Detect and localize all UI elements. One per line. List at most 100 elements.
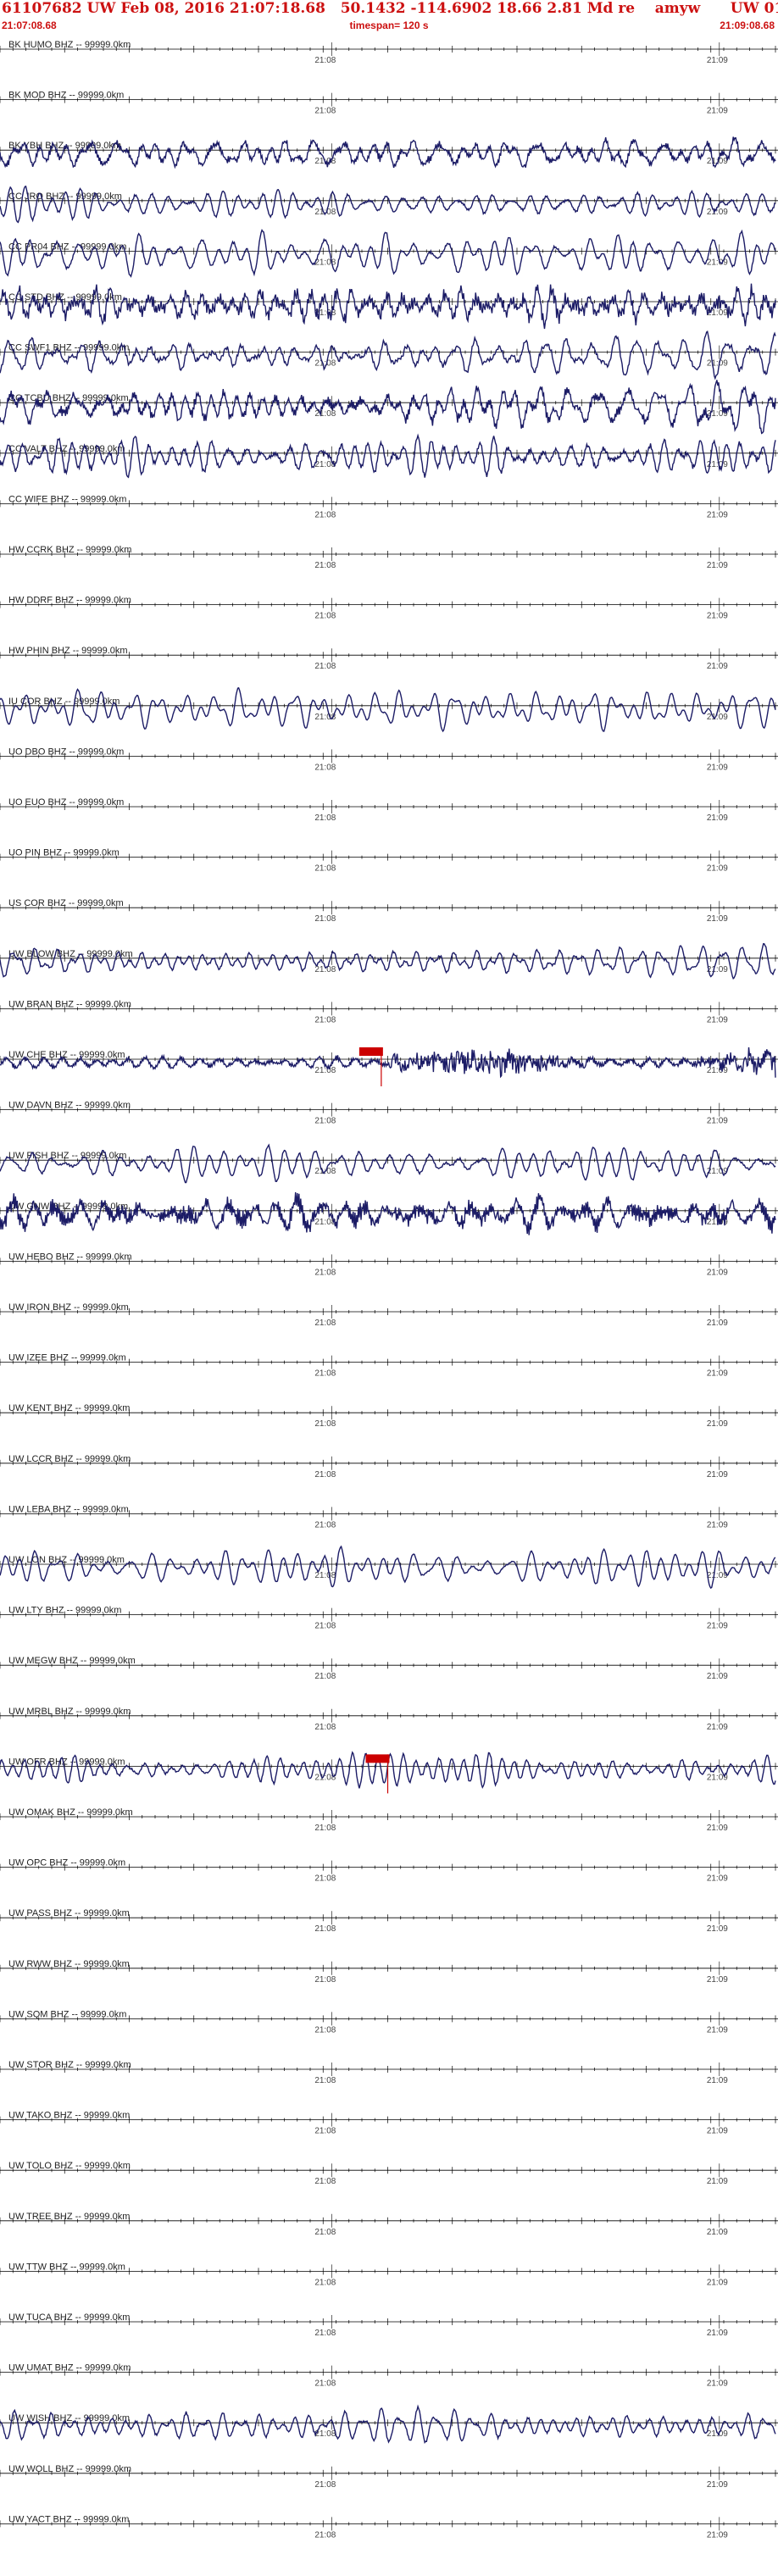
trace-row: 21:08 21:09 UO DBO BHZ -- 99999.0km bbox=[0, 747, 778, 772]
trace-row: 21:08 21:09 UO PIN BHZ -- 99999.0km bbox=[0, 848, 778, 874]
timespan-label: timespan= 120 s bbox=[349, 19, 429, 31]
trace-row: 21:08 21:09 UW UMAT BHZ -- 99999.0km bbox=[0, 2363, 778, 2389]
time-tick-label: 21:09 bbox=[707, 2480, 728, 2490]
time-tick-label: 21:08 bbox=[314, 1824, 336, 1833]
station-label: BK HUMO BHZ -- 99999.0km bbox=[8, 40, 131, 50]
station-label: BK MOD BHZ -- 99999.0km bbox=[8, 91, 124, 101]
station-label: UW STOR BHZ -- 99999.0km bbox=[8, 2060, 131, 2070]
time-tick-label: 21:09 bbox=[707, 2177, 728, 2186]
trace-row: 21:08 21:09 UO EUO BHZ -- 99999.0km bbox=[0, 797, 778, 823]
trace-row: 21:08 21:09 UW LEBA BHZ -- 99999.0km bbox=[0, 1504, 778, 1530]
time-tick-label: 21:09 bbox=[707, 2076, 728, 2085]
time-tick-label: 21:09 bbox=[707, 1622, 728, 1631]
time-tick-label: 21:09 bbox=[707, 1015, 728, 1024]
station-label: UW BLOW BHZ -- 99999.0km bbox=[8, 949, 133, 959]
waveform-line bbox=[0, 686, 776, 733]
time-tick-label: 21:09 bbox=[707, 2127, 728, 2136]
waveform-line bbox=[0, 380, 776, 435]
trace-row: 21:08 21:09 UW LTY BHZ -- 99999.0km bbox=[0, 1606, 778, 1631]
station-label: UW MRBL BHZ -- 99999.0km bbox=[8, 1707, 131, 1717]
trace-row: 21:08 21:09 UW DAVN BHZ -- 99999.0km bbox=[0, 1101, 778, 1126]
time-tick-label: 21:08 bbox=[314, 2530, 336, 2540]
station-label: UW IZEE BHZ -- 99999.0km bbox=[8, 1353, 126, 1363]
station-label: UW LON BHZ -- 99999.0km bbox=[8, 1555, 125, 1565]
helicorder-page: { "header": { "title": "61107682 UW Feb … bbox=[0, 0, 778, 2576]
time-tick-label: 21:09 bbox=[707, 258, 728, 267]
trace-row: 21:08 21:09UW WISH BHZ -- 99999.0km bbox=[0, 2404, 778, 2444]
trace-row: 21:08 21:09CC VALT BHZ -- 99999.0km bbox=[0, 433, 778, 479]
time-tick-label: 21:08 bbox=[314, 2278, 336, 2287]
trace-row: 21:08 21:09 HW CCRK BHZ -- 99999.0km bbox=[0, 545, 778, 570]
time-tick-label: 21:09 bbox=[707, 1470, 728, 1480]
trace-row: 21:08 21:09 UW TTW BHZ -- 99999.0km bbox=[0, 2262, 778, 2287]
trace-row: 21:08 21:09IU COR BHZ -- 99999.0km bbox=[0, 686, 778, 733]
station-label: UW WISH BHZ -- 99999.0km bbox=[8, 2413, 130, 2423]
station-label: UW YACT BHZ -- 99999.0km bbox=[8, 2514, 129, 2524]
time-tick-label: 21:08 bbox=[314, 1723, 336, 1732]
station-label: UW KENT BHZ -- 99999.0km bbox=[8, 1403, 130, 1413]
time-tick-label: 21:09 bbox=[707, 2228, 728, 2237]
time-tick-label: 21:08 bbox=[314, 2379, 336, 2389]
trace-row: 21:08 21:09 UW YACT BHZ -- 99999.0km bbox=[0, 2514, 778, 2540]
trace-row: 21:08 21:09 UW STOR BHZ -- 99999.0km bbox=[0, 2060, 778, 2085]
time-tick-label: 21:09 bbox=[707, 1117, 728, 1126]
time-tick-label: 21:09 bbox=[707, 208, 728, 217]
trace-row: 21:08 21:09 UW MRBL BHZ -- 99999.0km bbox=[0, 1707, 778, 1732]
station-label: CC STD BHZ -- 99999.0km bbox=[8, 292, 122, 303]
time-tick-label: 21:09 bbox=[707, 763, 728, 772]
time-tick-label: 21:08 bbox=[314, 2329, 336, 2338]
trace-row: 21:08 21:09 UW IRON BHZ -- 99999.0km bbox=[0, 1302, 778, 1328]
time-tick-label: 21:08 bbox=[314, 2025, 336, 2035]
time-tick-label: 21:09 bbox=[707, 1874, 728, 1884]
time-tick-label: 21:08 bbox=[314, 2228, 336, 2237]
time-tick-label: 21:09 bbox=[707, 612, 728, 621]
station-label: UW HEBO BHZ -- 99999.0km bbox=[8, 1252, 131, 1262]
trace-row: 21:08 21:09 UW TREE BHZ -- 99999.0km bbox=[0, 2212, 778, 2237]
event-title: 61107682 UW Feb 08, 2016 21:07:18.68 50.… bbox=[2, 0, 778, 17]
time-tick-label: 21:08 bbox=[314, 864, 336, 874]
time-tick-label: 21:08 bbox=[314, 1874, 336, 1884]
time-tick-label: 21:09 bbox=[707, 1066, 728, 1075]
trace-row: 21:08 21:09 UW OPC BHZ -- 99999.0km bbox=[0, 1858, 778, 1884]
time-tick-label: 21:09 bbox=[707, 107, 728, 116]
station-label: UW TREE BHZ -- 99999.0km bbox=[8, 2212, 130, 2222]
trace-row: 21:08 21:09 HW PHIN BHZ -- 99999.0km bbox=[0, 646, 778, 671]
station-label: UW LEBA BHZ -- 99999.0km bbox=[8, 1504, 129, 1514]
time-tick-label: 21:09 bbox=[707, 1419, 728, 1429]
time-tick-label: 21:09 bbox=[707, 1924, 728, 1934]
time-tick-label: 21:09 bbox=[707, 1520, 728, 1530]
time-tick-label: 21:09 bbox=[707, 662, 728, 671]
waveform-line bbox=[0, 283, 776, 330]
time-tick-label: 21:09 bbox=[707, 1824, 728, 1833]
time-tick-label: 21:08 bbox=[314, 2076, 336, 2085]
time-tick-label: 21:09 bbox=[707, 1369, 728, 1379]
trace-row: 21:08 21:09 UW SQM BHZ -- 99999.0km bbox=[0, 2009, 778, 2035]
trace-row: 21:08 21:09 UW MEGW BHZ -- 99999.0km bbox=[0, 1656, 778, 1681]
station-label: UW OMAK BHZ -- 99999.0km bbox=[8, 1807, 133, 1818]
trace-row: 21:08 21:09 UW OMAK BHZ -- 99999.0km bbox=[0, 1807, 778, 1833]
trace-row: 21:08 21:09 UW IZEE BHZ -- 99999.0km bbox=[0, 1353, 778, 1379]
station-label: HW PHIN BHZ -- 99999.0km bbox=[8, 646, 128, 656]
trace-row: 21:08 21:09UW GNW BHZ -- 99999.0km bbox=[0, 1192, 778, 1235]
station-label: UW WOLL BHZ -- 99999.0km bbox=[8, 2464, 131, 2474]
trace-row: 21:08 21:09CC SWF1 BHZ -- 99999.0km bbox=[0, 330, 778, 380]
time-tick-label: 21:08 bbox=[314, 56, 336, 65]
station-label: UW UMAT BHZ -- 99999.0km bbox=[8, 2363, 131, 2373]
trace-row: 21:08 21:09 UW LCCR BHZ -- 99999.0km bbox=[0, 1454, 778, 1480]
time-tick-label: 21:09 bbox=[707, 1319, 728, 1328]
station-label: UW TTW BHZ -- 99999.0km bbox=[8, 2262, 125, 2272]
trace-row: 21:08 21:09 US COR BHZ -- 99999.0km bbox=[0, 898, 778, 924]
station-label: UW LCCR BHZ -- 99999.0km bbox=[8, 1454, 131, 1464]
time-tick-label: 21:09 bbox=[707, 2530, 728, 2540]
time-tick-label: 21:08 bbox=[314, 208, 336, 217]
trace-row: 21:08 21:09 UW WOLL BHZ -- 99999.0km bbox=[0, 2464, 778, 2490]
time-tick-label: 21:08 bbox=[314, 1319, 336, 1328]
time-tick-label: 21:08 bbox=[314, 813, 336, 823]
time-tick-label: 21:09 bbox=[707, 2329, 728, 2338]
station-label: UW PASS BHZ -- 99999.0km bbox=[8, 1908, 130, 1918]
time-tick-label: 21:09 bbox=[707, 510, 728, 519]
station-label: UW FISH BHZ -- 99999.0km bbox=[8, 1151, 126, 1161]
station-label: UW OPC BHZ -- 99999.0km bbox=[8, 1858, 125, 1868]
time-tick-label: 21:09 bbox=[707, 1723, 728, 1732]
station-label: UW MEGW BHZ -- 99999.0km bbox=[8, 1656, 136, 1666]
